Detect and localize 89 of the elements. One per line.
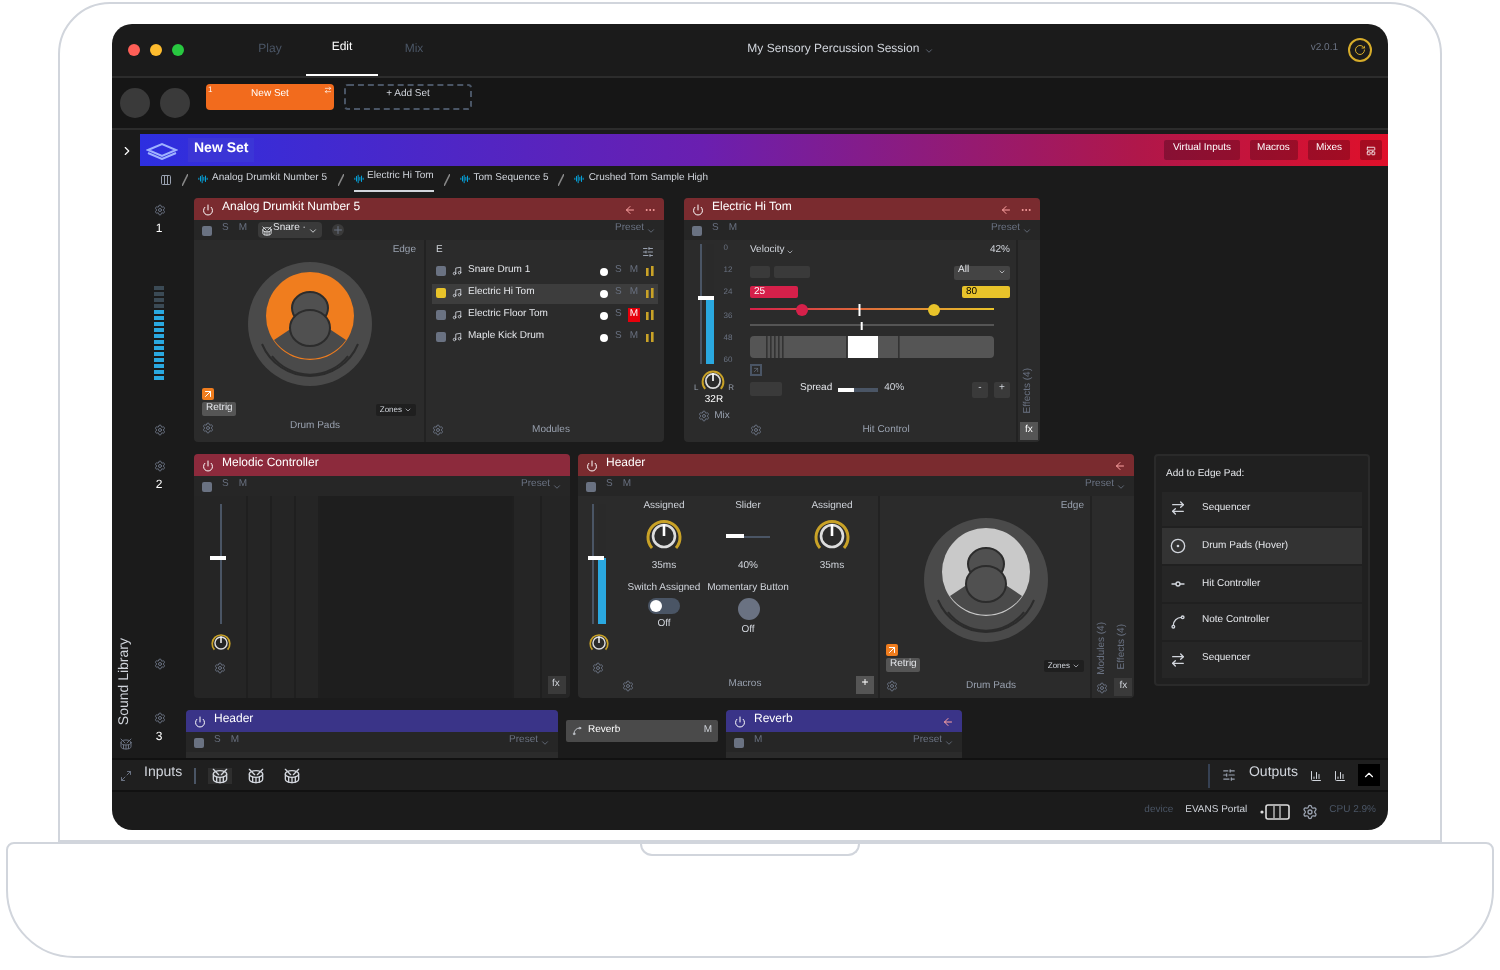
chevron-icon	[552, 481, 562, 491]
arrows-icon	[1170, 652, 1186, 669]
panel-icon	[1366, 145, 1376, 155]
enable-checkbox[interactable]	[194, 737, 204, 747]
back-arrow-icon[interactable]	[1000, 203, 1012, 215]
power-icon[interactable]	[734, 715, 746, 727]
curve-icon	[1170, 614, 1186, 631]
back-arrow-icon[interactable]	[1114, 459, 1126, 471]
sliders-icon[interactable]	[1222, 768, 1237, 782]
settings-icon[interactable]	[153, 424, 165, 436]
target-icon	[1170, 538, 1186, 555]
back-arrow-icon[interactable]	[624, 203, 636, 215]
settings-icon[interactable]	[153, 460, 165, 472]
power-icon[interactable]	[202, 459, 214, 471]
module-checkbox[interactable]	[436, 288, 446, 298]
waveform-icon	[353, 173, 364, 183]
level-icon	[646, 288, 654, 298]
slash-icon	[443, 173, 450, 185]
knob[interactable]	[700, 368, 727, 394]
collapse-button[interactable]	[1358, 764, 1380, 786]
sliders-icon	[642, 245, 654, 258]
panel-toggle-button[interactable]	[1360, 140, 1382, 160]
level-meter-icon	[154, 286, 164, 382]
drum-input-icon[interactable]	[208, 767, 233, 783]
settings-icon[interactable]	[153, 658, 165, 670]
knob[interactable]	[587, 632, 609, 654]
waveform-icon	[198, 174, 208, 184]
module-checkbox[interactable]	[436, 332, 446, 342]
chevron-icon	[944, 737, 954, 747]
close-button[interactable]	[128, 44, 140, 56]
waveform-icon	[459, 174, 470, 184]
chevron-icon	[540, 737, 550, 747]
power-icon[interactable]	[586, 459, 598, 471]
chevron-icon	[307, 225, 318, 235]
drum-input-icon[interactable]	[280, 767, 305, 783]
output-meter-icon	[1310, 769, 1322, 781]
drum-input-icon[interactable]	[244, 767, 269, 783]
settings-icon[interactable]	[153, 712, 165, 724]
volume-fader[interactable]	[208, 504, 232, 624]
drum-pad-drawing[interactable]	[245, 259, 373, 387]
level-icon	[646, 266, 654, 276]
volume-fader[interactable]	[695, 244, 720, 364]
waveform-icon	[574, 174, 585, 184]
drum-pad-drawing[interactable]	[921, 515, 1049, 643]
settings-icon[interactable]	[153, 204, 165, 216]
enable-checkbox[interactable]	[692, 225, 702, 235]
slash-icon	[558, 173, 565, 185]
output-meter-icon	[1334, 769, 1346, 781]
enable-checkbox[interactable]	[202, 225, 212, 235]
expand-icon[interactable]	[119, 143, 133, 157]
chevron-icon	[923, 45, 934, 55]
device-icon	[1259, 803, 1290, 819]
enable-checkbox[interactable]	[586, 481, 596, 491]
knob[interactable]	[209, 632, 231, 654]
drum-icon	[261, 225, 272, 235]
module-icon	[452, 266, 462, 276]
chevron-up-icon	[1362, 768, 1376, 782]
module-checkbox[interactable]	[436, 266, 446, 276]
enable-checkbox[interactable]	[734, 737, 744, 747]
power-icon[interactable]	[692, 203, 704, 215]
sync-icon[interactable]	[1348, 38, 1372, 62]
chevron-icon	[1116, 481, 1126, 491]
module-icon	[452, 332, 462, 342]
volume-fader[interactable]	[586, 504, 610, 624]
logo-icon	[146, 141, 178, 159]
settings-icon[interactable]	[1301, 803, 1318, 819]
module-checkbox[interactable]	[436, 310, 446, 320]
momentary-button[interactable]	[737, 597, 759, 619]
minimize-button[interactable]	[150, 44, 162, 56]
slash-icon	[182, 173, 188, 185]
toggle-switch[interactable]	[648, 597, 680, 613]
macro-slider[interactable]	[726, 528, 770, 544]
chevron-icon	[1022, 225, 1032, 235]
slash-icon	[337, 173, 344, 185]
module-icon	[452, 288, 462, 298]
module-icon	[452, 310, 462, 320]
chevron-icon	[646, 225, 656, 235]
add-icon[interactable]	[331, 224, 344, 236]
enable-checkbox[interactable]	[202, 481, 212, 491]
power-icon[interactable]	[194, 715, 206, 727]
back-arrow-icon[interactable]	[942, 715, 954, 727]
effect-icon	[572, 726, 582, 736]
arrows-icon	[324, 85, 332, 93]
line-dot-icon	[1170, 576, 1186, 593]
arrows-icon	[1170, 500, 1186, 517]
level-icon	[646, 310, 654, 320]
zoom-button[interactable]	[172, 44, 184, 56]
level-icon	[646, 332, 654, 342]
power-icon[interactable]	[202, 203, 214, 215]
